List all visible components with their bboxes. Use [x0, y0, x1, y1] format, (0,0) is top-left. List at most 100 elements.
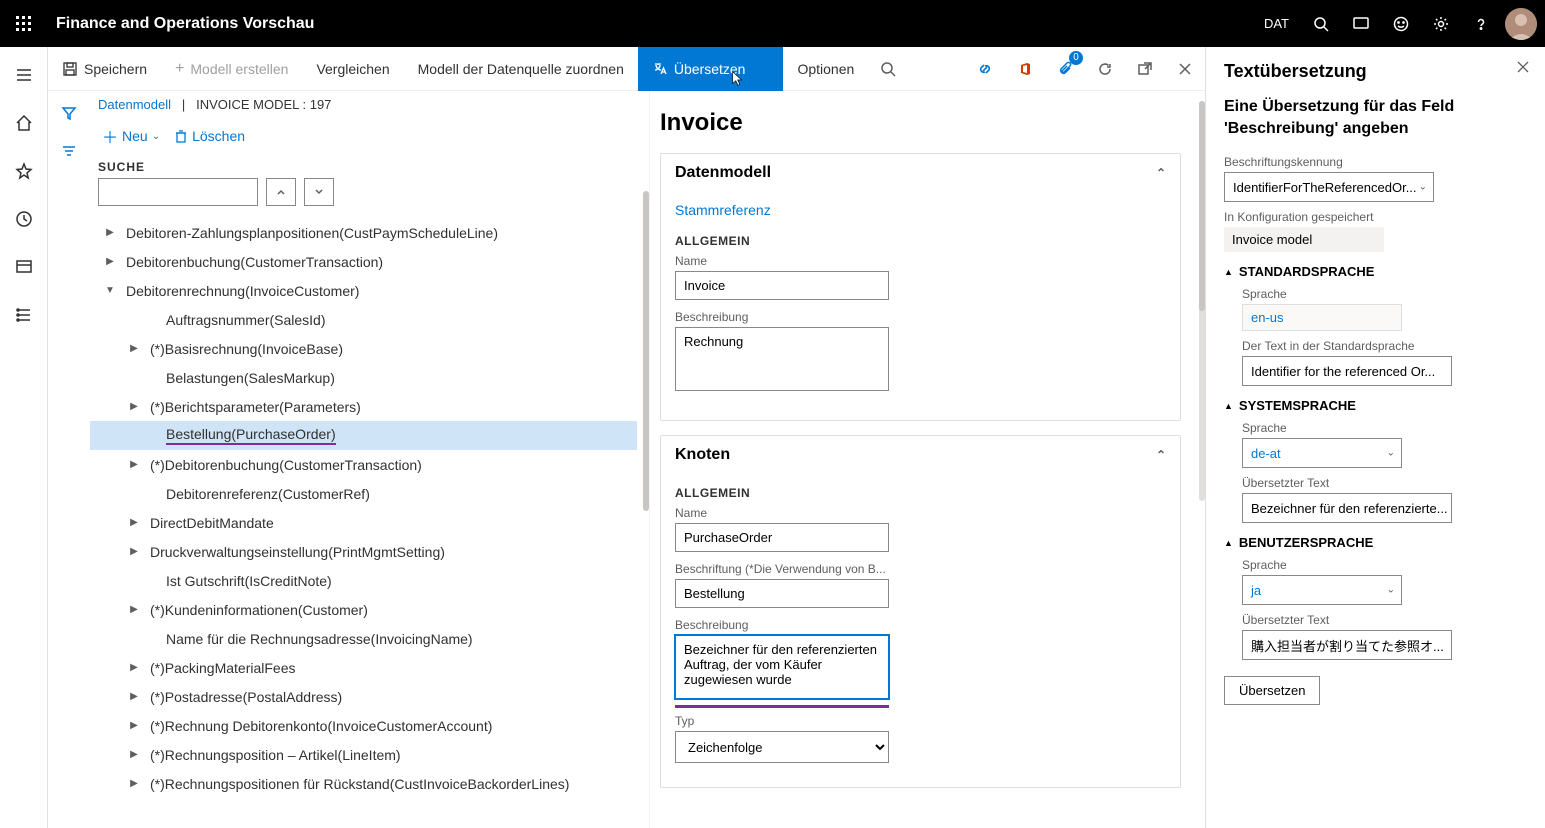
sys-text-input[interactable]: Bezeichner für den referenzierte...	[1242, 493, 1452, 523]
tree-node[interactable]: ▶(*)Berichtsparameter(Parameters)	[90, 392, 637, 421]
tree-node[interactable]: ▶(*)Rechnungspositionen für Rückstand(Cu…	[90, 769, 637, 798]
close-pane-icon[interactable]	[1511, 55, 1535, 79]
tree-node[interactable]: ▶(*)Rechnung Debitorenkonto(InvoiceCusto…	[90, 711, 637, 740]
labelid-select[interactable]: IdentifierForTheReferencedOr...⌄	[1224, 172, 1434, 202]
name-input-2[interactable]	[675, 523, 889, 552]
tree-node[interactable]: Bestellung(PurchaseOrder)	[90, 421, 637, 450]
tree-node[interactable]: ▶(*)Postadresse(PostalAddress)	[90, 682, 637, 711]
clock-icon[interactable]	[4, 199, 44, 239]
caret-icon: ▶	[126, 401, 142, 412]
translate-button[interactable]: Übersetzen	[638, 47, 784, 91]
compare-button[interactable]: Vergleichen	[302, 47, 403, 91]
tree-node[interactable]: Name für die Rechnungsadresse(InvoicingN…	[90, 624, 637, 653]
translate-submit-button[interactable]: Übersetzen	[1224, 676, 1320, 705]
options-button[interactable]: Optionen	[783, 47, 868, 91]
tree-scrollbar[interactable]	[643, 191, 649, 511]
find-icon[interactable]	[868, 49, 908, 89]
tree-node[interactable]: Belastungen(SalesMarkup)	[90, 363, 637, 392]
tree-node-label: Auftragsnummer(SalesId)	[166, 312, 326, 328]
desc-textarea-2[interactable]: Bezeichner für den referenzierten Auftra…	[675, 635, 889, 699]
tree-node-label: (*)Rechnungspositionen für Rückstand(Cus…	[150, 776, 569, 792]
type-select[interactable]: Zeichenfolge	[675, 731, 889, 763]
popout-icon[interactable]	[1125, 49, 1165, 89]
search-icon[interactable]	[1305, 8, 1337, 40]
home-icon[interactable]	[4, 103, 44, 143]
new-button[interactable]: ＋Neu⌄	[98, 122, 164, 150]
tree-node[interactable]: ▶Debitorenbuchung(CustomerTransaction)	[90, 247, 637, 276]
details-heading: Invoice	[660, 109, 1181, 137]
star-icon[interactable]	[4, 151, 44, 191]
tree-node-label: (*)Debitorenbuchung(CustomerTransaction)	[150, 457, 422, 473]
breadcrumb-root[interactable]: Datenmodell	[98, 97, 171, 112]
desc-textarea-1[interactable]: Rechnung	[675, 327, 889, 391]
search-input[interactable]	[98, 178, 258, 206]
tree-node[interactable]: ▶Debitoren-Zahlungsplanpositionen(CustPa…	[90, 218, 637, 247]
std-lang-value: en-us	[1242, 304, 1402, 331]
sys-lang-select[interactable]: de-at⌄	[1242, 438, 1402, 468]
close-icon[interactable]	[1165, 49, 1205, 89]
usr-text-input[interactable]: 購入担当者が割り当てた参照オ...	[1242, 630, 1452, 660]
tree-node[interactable]: ▶Druckverwaltungseinstellung(PrintMgmtSe…	[90, 537, 637, 566]
chat-icon[interactable]	[1345, 8, 1377, 40]
tree-node[interactable]: ▶(*)Kundeninformationen(Customer)	[90, 595, 637, 624]
usr-lang-section[interactable]: ▲BENUTZERSPRACHE	[1224, 535, 1527, 550]
user-avatar[interactable]	[1505, 8, 1537, 40]
search-label: SUCHE	[90, 160, 637, 178]
desc-label-2: Beschreibung	[675, 618, 1166, 632]
smiley-icon[interactable]	[1385, 8, 1417, 40]
modules-icon[interactable]	[4, 295, 44, 335]
caret-icon: ▶	[126, 662, 142, 673]
caret-icon: ▼	[102, 285, 118, 296]
waffle-icon[interactable]	[8, 8, 40, 40]
help-icon[interactable]	[1465, 8, 1497, 40]
tree-node[interactable]: ▶(*)Rechnungsposition – Artikel(LineItem…	[90, 740, 637, 769]
search-down-icon[interactable]	[304, 178, 334, 206]
map-datasource-button[interactable]: Modell der Datenquelle zuordnen	[404, 47, 638, 91]
caret-icon: ▶	[126, 546, 142, 557]
type-label: Typ	[675, 714, 1166, 728]
link-icon[interactable]	[965, 49, 1005, 89]
tree-node[interactable]: Debitorenreferenz(CustomerRef)	[90, 479, 637, 508]
std-text-input[interactable]: Identifier for the referenced Or...	[1242, 356, 1452, 386]
node-card-header[interactable]: Knoten ⌃	[661, 436, 1180, 474]
tree-node-label: Bestellung(PurchaseOrder)	[166, 426, 336, 445]
new-model-button[interactable]: + Modell erstellen	[161, 47, 302, 91]
caret-icon: ▶	[102, 227, 118, 238]
std-lang-section[interactable]: ▲STANDARDSPRACHE	[1224, 264, 1527, 279]
sys-lang-section[interactable]: ▲SYSTEMSPRACHE	[1224, 398, 1527, 413]
filter-icon[interactable]	[53, 97, 85, 129]
tree-node[interactable]: Auftragsnummer(SalesId)	[90, 305, 637, 334]
tree-node-label: Debitorenbuchung(CustomerTransaction)	[126, 254, 383, 270]
compare-label: Vergleichen	[316, 61, 389, 77]
tree-node[interactable]: ▶(*)Basisrechnung(InvoiceBase)	[90, 334, 637, 363]
tree-node-label: (*)PackingMaterialFees	[150, 660, 296, 676]
caption-input[interactable]	[675, 579, 889, 608]
save-button[interactable]: Speichern	[48, 47, 161, 91]
tree-node-label: (*)Rechnung Debitorenkonto(InvoiceCustom…	[150, 718, 492, 734]
attachments-icon[interactable]: 0	[1045, 49, 1085, 89]
tree-node[interactable]: ▶DirectDebitMandate	[90, 508, 637, 537]
tree-node[interactable]: ▶ (*)PackingMaterialFees	[90, 653, 637, 682]
hamburger-icon[interactable]	[4, 55, 44, 95]
lines-icon[interactable]	[53, 135, 85, 167]
app-topbar: Finance and Operations Vorschau DAT	[0, 0, 1545, 47]
root-reference-link[interactable]: Stammreferenz	[675, 198, 771, 228]
search-up-icon[interactable]	[266, 178, 296, 206]
tree[interactable]: ▶Debitoren-Zahlungsplanpositionen(CustPa…	[90, 218, 637, 816]
company-code[interactable]: DAT	[1256, 8, 1297, 40]
datamodel-card-header[interactable]: Datenmodell ⌃	[661, 154, 1180, 192]
tree-node[interactable]: Ist Gutschrift(IsCreditNote)	[90, 566, 637, 595]
usr-lang-select[interactable]: ja⌄	[1242, 575, 1402, 605]
tree-node[interactable]: ▶(*)Debitorenbuchung(CustomerTransaction…	[90, 450, 637, 479]
command-bar: Speichern + Modell erstellen Vergleichen…	[48, 47, 1205, 91]
delete-button[interactable]: Löschen	[170, 126, 249, 146]
gear-icon[interactable]	[1425, 8, 1457, 40]
refresh-icon[interactable]	[1085, 49, 1125, 89]
filter-column	[48, 91, 90, 828]
name-input-1[interactable]	[675, 271, 889, 300]
chevron-up-icon: ⌃	[1156, 448, 1166, 462]
datamodel-tree-panel: Datenmodell | INVOICE MODEL : 197 ＋Neu⌄ …	[90, 91, 650, 828]
tree-node[interactable]: ▼Debitorenrechnung(InvoiceCustomer)	[90, 276, 637, 305]
workspace-icon[interactable]	[4, 247, 44, 287]
office-icon[interactable]	[1005, 49, 1045, 89]
